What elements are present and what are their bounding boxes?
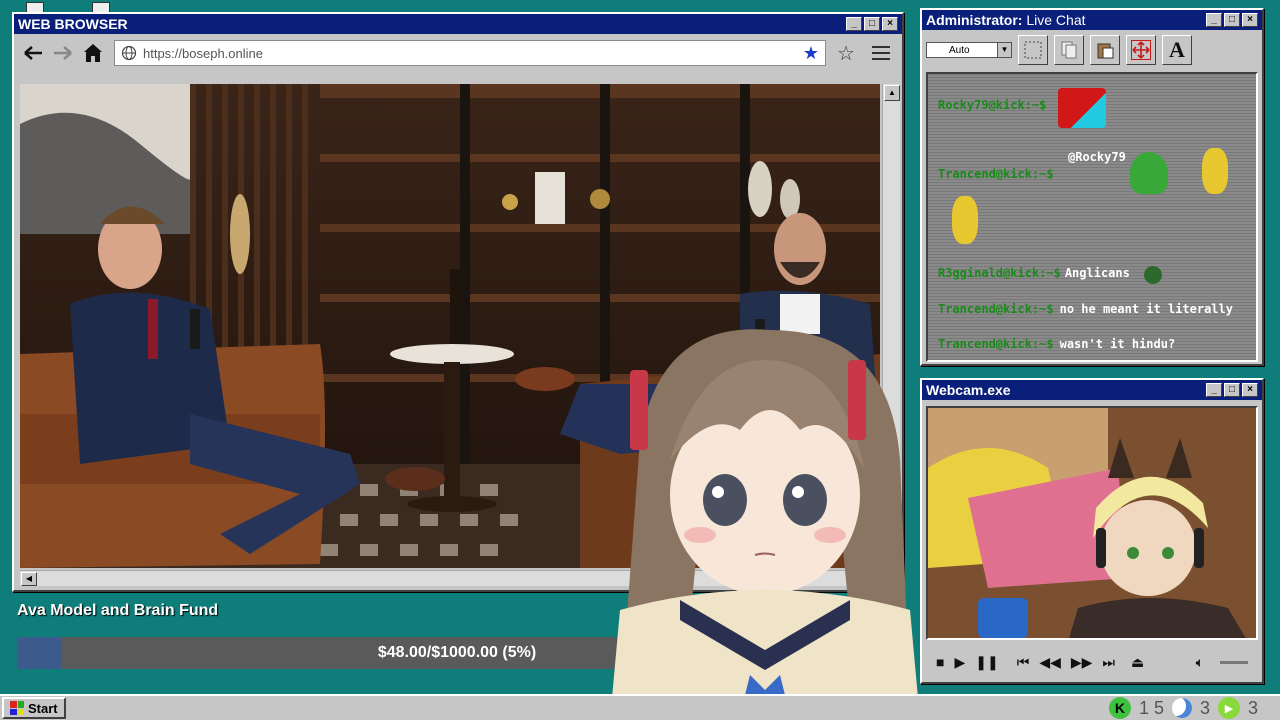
windows-logo-icon — [10, 701, 24, 715]
stop-icon[interactable]: ■ — [936, 654, 944, 670]
system-tray: K 1 5 3 ▶ 3 — [1108, 697, 1278, 719]
chat-window: Administrator: Live Chat _ □ × Auto ▼ A … — [920, 8, 1264, 366]
chat-user: Rocky79@kick:~$ — [938, 98, 1047, 112]
fund-progress-bar: $48.00/$1000.00 (5%) — [17, 637, 897, 669]
maximize-button[interactable]: □ — [1224, 13, 1240, 27]
sticker-emote-icon — [1202, 148, 1228, 194]
chat-text: wasn't it hindu? — [1059, 337, 1176, 351]
star-outline-icon[interactable]: ☆ — [830, 41, 862, 66]
skip-forward-icon[interactable]: ⏭ — [1102, 654, 1115, 671]
play-count: 3 — [1247, 697, 1258, 718]
browser-window: WEB BROWSER _ □ × https://boseph.online … — [12, 12, 904, 592]
browser-title: WEB BROWSER — [18, 16, 128, 32]
chat-messages[interactable]: Rocky79@kick:~$ @Rocky79 Trancend@kick:~… — [926, 72, 1258, 362]
pause-icon[interactable]: ❚❚ — [975, 654, 998, 671]
moon-icon[interactable] — [1171, 698, 1192, 718]
minimize-button[interactable]: _ — [846, 17, 862, 31]
chat-user: R3gginald@kick:~$ — [938, 266, 1061, 280]
webcam-feed[interactable] — [926, 406, 1258, 640]
browser-toolbar: https://boseph.online ★ ☆ — [14, 34, 902, 72]
sticker-emote-icon — [952, 196, 978, 244]
video-viewport[interactable] — [20, 84, 880, 568]
chat-message: R3gginald@kick:~$ Anglicans — [938, 266, 1130, 280]
skip-back-icon[interactable]: ⏮ — [1017, 654, 1030, 671]
car-emote-icon — [1058, 88, 1106, 128]
dropdown-value: Auto — [949, 44, 970, 56]
rose-emote-icon — [1144, 266, 1162, 284]
webcam-titlebar[interactable]: Webcam.exe _ □ × — [922, 380, 1262, 400]
close-button[interactable]: × — [1242, 13, 1258, 27]
globe-icon — [121, 45, 137, 61]
chat-user: Trancend@kick:~$ — [938, 167, 1054, 181]
volume-icon[interactable]: 🔈︎ — [1196, 654, 1204, 671]
chat-text: Anglicans — [1064, 266, 1130, 280]
url-text[interactable]: https://boseph.online — [143, 46, 797, 61]
close-button[interactable]: × — [882, 17, 898, 31]
fast-forward-icon[interactable]: ▶▶ — [1071, 654, 1093, 671]
webcam-window: Webcam.exe _ □ × ■ ▶ ❚❚ ⏮ ◀◀ ▶▶ ⏭ ⏏ 🔈︎ — [920, 378, 1264, 684]
chat-message: Trancend@kick:~$ — [938, 167, 1054, 181]
play-icon[interactable]: ▶ — [954, 654, 965, 671]
chevron-down-icon[interactable]: ▼ — [997, 43, 1011, 57]
select-icon[interactable] — [1018, 35, 1048, 65]
play-circle-icon[interactable]: ▶ — [1217, 697, 1240, 719]
chat-text: no he meant it literally — [1059, 302, 1233, 316]
menu-icon[interactable] — [866, 46, 896, 60]
chat-user: Trancend@kick:~$ — [938, 337, 1054, 351]
kick-logo-icon[interactable]: K — [1108, 697, 1131, 719]
chat-title-prefix: Administrator: — [926, 12, 1023, 28]
fund-amount: $48.00/$1000.00 (5%) — [377, 644, 537, 661]
back-arrow-icon[interactable] — [20, 40, 46, 66]
start-label: Start — [28, 700, 58, 716]
chat-message: Rocky79@kick:~$ — [938, 98, 1046, 112]
moon-count: 3 — [1199, 697, 1210, 718]
browser-titlebar[interactable]: WEB BROWSER _ □ × — [14, 14, 902, 34]
maximize-button[interactable]: □ — [1224, 383, 1240, 397]
start-button[interactable]: Start — [2, 697, 66, 719]
taskbar: Start K 1 5 3 ▶ 3 — [0, 694, 1280, 720]
font-icon[interactable]: A — [1162, 35, 1192, 65]
paste-icon[interactable] — [1090, 35, 1120, 65]
address-bar[interactable]: https://boseph.online ★ — [114, 40, 826, 66]
fund-title: Ava Model and Brain Fund — [17, 602, 219, 619]
volume-slider[interactable] — [1220, 660, 1248, 664]
close-button[interactable]: × — [1242, 383, 1258, 397]
forward-arrow-icon[interactable] — [50, 40, 76, 66]
speed-dropdown[interactable]: Auto ▼ — [926, 42, 1012, 58]
eject-icon[interactable]: ⏏ — [1131, 654, 1144, 671]
move-icon[interactable] — [1126, 35, 1156, 65]
frog-emote-icon — [1130, 152, 1168, 194]
chat-message: Trancend@kick:~$ wasn't it hindu? — [938, 337, 1175, 351]
chat-titlebar[interactable]: Administrator: Live Chat _ □ × — [922, 10, 1262, 30]
chat-message: Trancend@kick:~$ no he meant it literally — [938, 302, 1233, 316]
minimize-button[interactable]: _ — [1206, 13, 1222, 27]
kick-count: 1 5 — [1138, 697, 1164, 718]
horizontal-scrollbar[interactable]: ◀ — [20, 570, 882, 586]
webcam-title: Webcam.exe — [926, 382, 1011, 398]
vertical-scrollbar[interactable]: ▲ — [882, 84, 900, 584]
chat-user: Trancend@kick:~$ — [938, 302, 1054, 316]
chat-title: Live Chat — [1026, 12, 1086, 28]
bookmark-star-icon[interactable]: ★ — [803, 43, 819, 64]
copy-icon[interactable] — [1054, 35, 1084, 65]
media-controls: ■ ▶ ❚❚ ⏮ ◀◀ ▶▶ ⏭ ⏏ 🔈︎ — [926, 646, 1258, 678]
home-icon[interactable] — [80, 40, 106, 66]
chat-message: @Rocky79 — [1062, 150, 1126, 164]
maximize-button[interactable]: □ — [864, 17, 880, 31]
minimize-button[interactable]: _ — [1206, 383, 1222, 397]
chat-text: @Rocky79 — [1068, 150, 1126, 164]
chat-toolbar: Auto ▼ A — [922, 30, 1262, 70]
rewind-icon[interactable]: ◀◀ — [1039, 654, 1061, 671]
